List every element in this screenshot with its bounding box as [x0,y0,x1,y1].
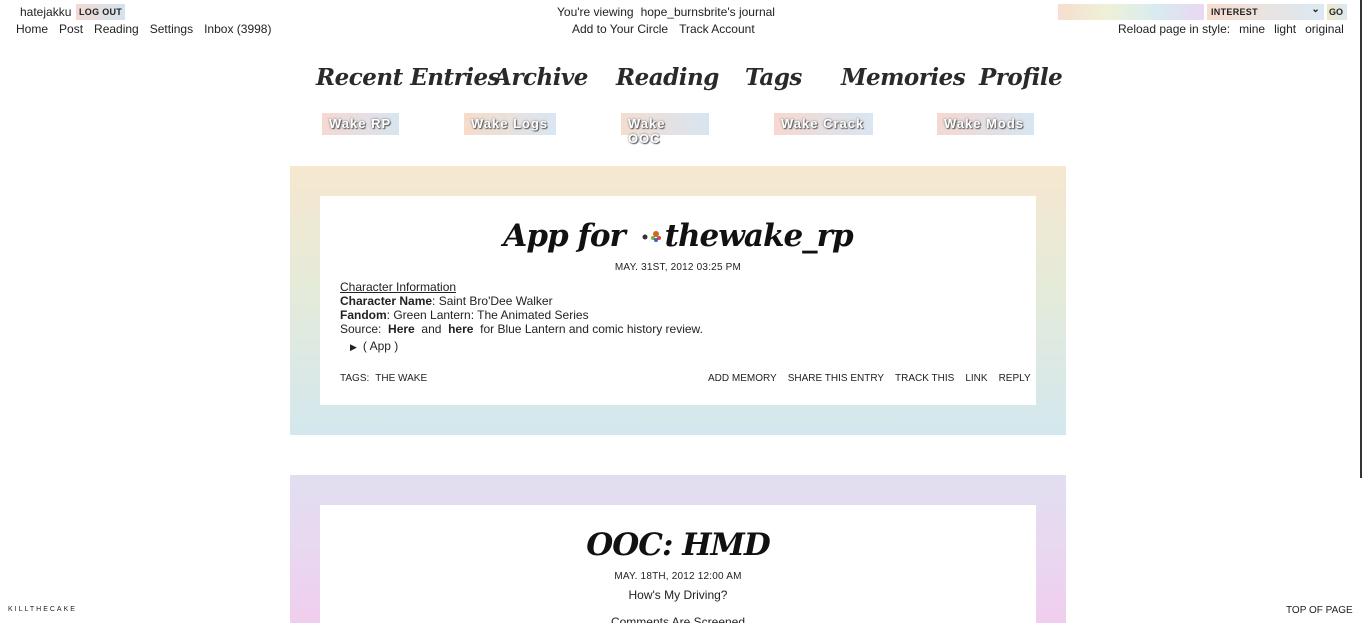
entry-title[interactable]: App for thewake_rp [320,218,1036,254]
tags-row: TAGS: THE WAKE [340,373,427,384]
nav-memories[interactable]: Memories [841,64,966,91]
entry-ooc-hmd: OOC: HMD MAY. 18TH, 2012 12:00 AM How's … [290,475,1066,623]
home-link[interactable]: Home [16,22,48,36]
tags-label: TAGS: [340,373,370,384]
scrollbar[interactable] [1360,0,1362,478]
tag-the-wake[interactable]: THE WAKE [375,373,427,384]
style-label: Reload page in style: [1118,22,1231,36]
source-link-1[interactable]: Here [388,322,415,336]
top-bar: hatejakku LOG OUT Home Post Reading Sett… [0,0,1366,42]
username[interactable]: hatejakku [20,5,71,19]
community-icon [641,229,665,246]
entry-date: MAY. 18TH, 2012 12:00 AM [614,571,742,582]
character-name-label: Character Name [340,294,433,308]
expand-triangle-icon: ▶ [350,342,357,352]
cut-toggle[interactable]: ▶ ( App ) [350,339,703,354]
wake-ooc-link[interactable]: Wake OOC [621,113,709,146]
go-button[interactable]: GO [1327,4,1347,20]
inbox-link[interactable]: Inbox (3998) [204,22,271,36]
cut-label: ( App ) [362,339,399,353]
wake-rp-link[interactable]: Wake RP [322,113,399,135]
settings-link[interactable]: Settings [150,22,193,36]
add-to-circle-link[interactable]: Add to Your Circle [572,22,668,36]
section-heading: Character Information [340,280,457,294]
viewing-prefix: You're viewing [557,5,634,19]
entry-actions: ADD MEMORY SHARE THIS ENTRY TRACK THIS L… [708,373,1031,384]
entry-body: OOC: HMD MAY. 18TH, 2012 12:00 AM How's … [320,505,1036,623]
journal-name-link[interactable]: hope_burnsbrite [641,5,728,19]
source-link-2[interactable]: here [448,322,473,336]
post-link[interactable]: Post [59,22,83,36]
entry-screened-note: Comments Are Screened [610,615,746,623]
journal-nav: Recent Entries Archive Reading Tags Memo… [300,64,1063,100]
journal-links: Add to Your Circle Track Account [572,22,755,36]
style-switcher: Reload page in style: mine light origina… [1118,22,1344,36]
character-name-value: : Saint Bro'Dee Walker [432,294,553,308]
source-rest: for Blue Lantern and comic history revie… [480,322,703,336]
entry-title[interactable]: OOC: HMD [320,527,1036,563]
nav-profile[interactable]: Profile [979,64,1063,91]
fandom-value: : Green Lantern: The Animated Series [386,308,589,322]
track-this-link[interactable]: TRACK THIS [895,373,954,384]
entry-date: MAY. 31ST, 2012 03:25 PM [614,262,742,273]
share-entry-link[interactable]: SHARE THIS ENTRY [788,373,884,384]
entry-link[interactable]: LINK [965,373,987,384]
chevron-down-icon: ⌄ [1311,4,1320,15]
nav-reading[interactable]: Reading [616,64,719,91]
entry-body: App for thewake_rp MAY. 31ST, 2012 03:25… [320,196,1036,405]
fandom-label: Fandom [340,308,387,322]
community-name-link[interactable]: thewake_rp [665,218,854,254]
search-type-value: INTEREST [1211,7,1258,17]
style-original-link[interactable]: original [1305,22,1344,36]
style-mine-link[interactable]: mine [1239,22,1265,36]
wake-logs-link[interactable]: Wake Logs [464,113,556,135]
source-and: and [421,322,442,336]
entry-app: App for thewake_rp MAY. 31ST, 2012 03:25… [290,166,1066,435]
style-light-link[interactable]: light [1274,22,1296,36]
nav-recent-entries[interactable]: Recent Entries [316,64,501,91]
entry-title-prefix: App for [503,218,626,254]
viewing-journal: You're viewing hope_burnsbrite's journal [557,5,775,19]
add-memory-link[interactable]: ADD MEMORY [708,373,777,384]
viewing-suffix: 's journal [727,5,775,19]
logout-button[interactable]: LOG OUT [76,4,126,20]
wake-crack-link[interactable]: Wake Crack [774,113,873,135]
entry-subtitle: How's My Driving? [628,588,728,602]
reading-link[interactable]: Reading [94,22,139,36]
entry-content: Character Information Character Name: Sa… [340,280,703,354]
footer-credit: KILLTHECAKE [8,606,77,613]
user-links: Home Post Reading Settings Inbox (3998) [16,22,271,36]
search-input[interactable] [1058,4,1204,20]
source-label: Source: [340,322,382,336]
reply-link[interactable]: REPLY [999,373,1031,384]
wake-mods-link[interactable]: Wake Mods [937,113,1034,135]
top-of-page-link[interactable]: TOP OF PAGE [1286,605,1353,616]
search-type-select[interactable]: INTEREST ⌄ [1207,4,1324,20]
track-account-link[interactable]: Track Account [679,22,755,36]
nav-tags[interactable]: Tags [745,64,802,91]
nav-archive[interactable]: Archive [494,64,588,91]
